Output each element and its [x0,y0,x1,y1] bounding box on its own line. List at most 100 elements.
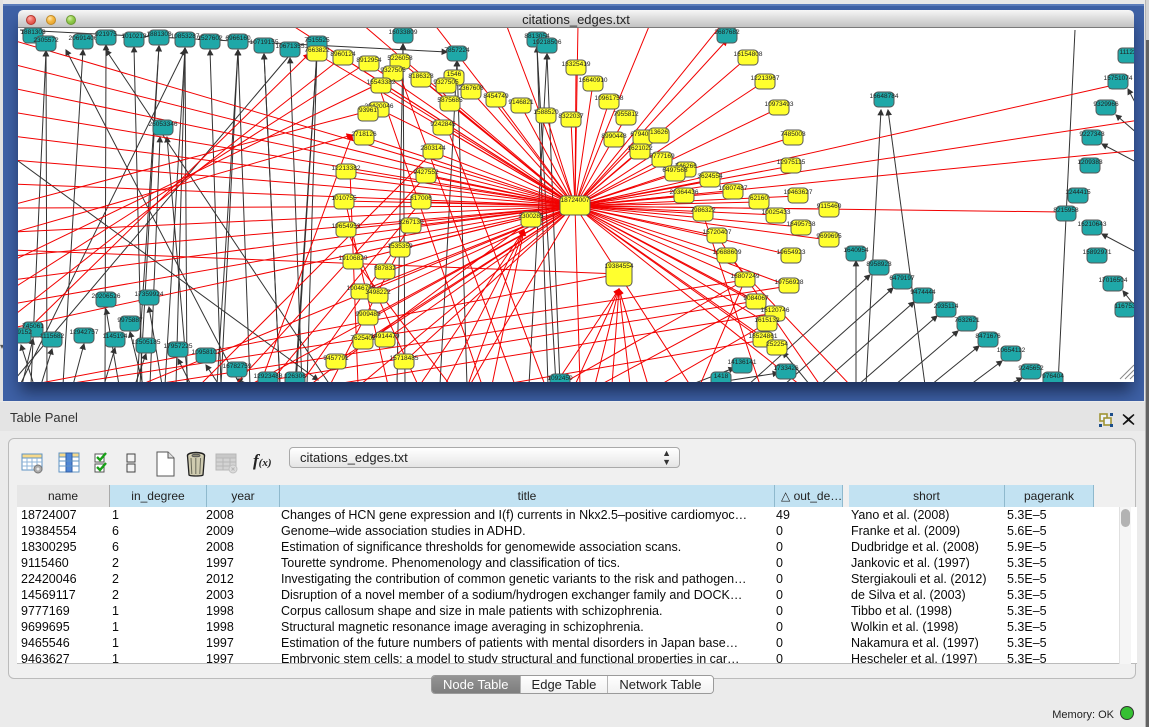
svg-text:15718485: 15718485 [390,355,419,362]
svg-text:18724007: 18724007 [561,197,590,204]
svg-text:1244415: 1244415 [1065,189,1091,196]
svg-text:12975115: 12975115 [777,159,806,166]
svg-text:1881303: 1881303 [146,31,172,38]
svg-text:10961758: 10961758 [595,95,624,102]
svg-text:8958923: 8958923 [866,261,892,268]
svg-text:10719155: 10719155 [250,39,279,46]
svg-text:1115682: 1115682 [40,333,65,340]
svg-text:9084067: 9084067 [743,295,769,302]
svg-text:18807249: 18807249 [731,273,760,280]
svg-text:20691406: 20691406 [69,35,98,42]
svg-text:7632621: 7632621 [954,317,980,324]
svg-text:9909483: 9909483 [355,311,381,318]
svg-text:10853287: 10853287 [171,33,200,40]
svg-text:252254: 252254 [766,341,788,348]
svg-text:939152: 939152 [18,329,32,336]
svg-text:8990448: 8990448 [601,133,627,140]
svg-text:3624554: 3624554 [697,173,723,180]
svg-text:1615132: 1615132 [754,317,780,324]
svg-text:9327505: 9327505 [433,79,459,86]
svg-text:6966160: 6966160 [225,35,251,42]
svg-text:10807487: 10807487 [719,185,748,192]
svg-text:2803144: 2803144 [420,145,446,152]
svg-text:9427552: 9427552 [413,169,439,176]
svg-text:921975: 921975 [95,31,117,38]
svg-text:9329966: 9329966 [1093,101,1119,108]
svg-text:2935114: 2935114 [934,303,959,310]
svg-text:19218506: 19218506 [533,39,562,46]
svg-text:1733426: 1733426 [773,365,799,372]
svg-text:12923488: 12923488 [254,373,283,380]
svg-text:10654112: 10654112 [997,347,1026,354]
svg-text:15892971: 15892971 [1083,249,1112,256]
svg-text:8454749: 8454749 [483,93,509,100]
svg-text:12213382: 12213382 [332,165,361,172]
svg-text:9146821: 9146821 [508,99,534,106]
svg-text:9699695: 9699695 [816,233,842,240]
svg-text:62160: 62160 [750,195,768,202]
svg-text:9777169: 9777169 [649,153,675,160]
svg-text:12505185: 12505185 [132,339,161,346]
svg-text:9457791: 9457791 [323,355,349,362]
svg-text:7485003: 7485003 [780,131,806,138]
svg-text:9227343: 9227343 [1079,131,1105,138]
svg-text:126306: 126306 [284,373,306,380]
svg-text:1546: 1546 [447,71,462,78]
svg-text:10958107: 10958107 [192,349,221,356]
svg-text:1010755: 1010755 [331,195,357,202]
svg-text:817006: 817006 [410,195,432,202]
svg-text:16210643: 16210643 [1078,221,1107,228]
svg-text:8322037: 8322037 [558,113,584,120]
svg-text:10688609: 10688609 [713,249,742,256]
svg-text:14914479: 14914479 [371,333,400,340]
svg-text:7986322: 7986322 [690,207,716,214]
svg-text:19654923: 19654923 [777,249,806,256]
svg-text:12213967: 12213967 [751,75,780,82]
svg-text:16782759: 16782759 [223,363,252,370]
svg-text:5875685: 5875685 [437,97,463,104]
svg-text:26053346: 26053346 [149,121,178,128]
svg-text:7955812: 7955812 [613,111,639,118]
svg-text:116753: 116753 [1114,303,1134,310]
svg-text:1010213: 1010213 [121,33,147,40]
svg-text:3498222: 3498222 [365,289,391,296]
svg-text:2718126: 2718126 [351,131,377,138]
svg-text:7515525: 7515525 [304,37,330,44]
svg-text:1588520: 1588520 [533,109,559,116]
svg-text:1209383: 1209383 [1077,159,1103,166]
svg-text:16033809: 16033809 [389,29,418,36]
svg-text:9327505: 9327505 [380,67,406,74]
svg-text:8960124: 8960124 [330,51,356,58]
svg-text:93961: 93961 [359,107,377,114]
svg-text:976404: 976404 [1042,373,1064,380]
svg-text:1145194: 1145194 [103,333,128,340]
svg-text:9115460: 9115460 [817,203,842,210]
svg-text:19756928: 19756928 [775,279,804,286]
svg-text:11123: 11123 [1119,49,1134,56]
svg-text:1621022: 1621022 [627,145,653,152]
svg-text:13626: 13626 [650,129,668,136]
svg-text:19106829: 19106829 [339,255,368,262]
svg-text:2687682: 2687682 [714,29,740,36]
svg-text:12942757: 12942757 [70,329,99,336]
svg-text:1527602: 1527602 [197,35,223,42]
svg-text:6479197: 6479197 [889,275,915,282]
svg-text:18495758: 18495758 [787,221,816,228]
svg-text:16154808: 16154808 [734,51,763,58]
svg-text:15751074: 15751074 [1104,75,1133,82]
svg-text:16648784: 16648784 [870,93,899,100]
svg-text:2367608: 2367608 [458,85,484,92]
svg-text:1640954: 1640954 [843,247,869,254]
svg-text:10025433: 10025433 [762,209,791,216]
svg-text:16543382: 16543382 [367,79,396,86]
svg-text:16640910: 16640910 [579,77,608,84]
svg-text:10671355: 10671355 [276,43,305,50]
svg-text:20364436: 20364436 [670,189,699,196]
svg-text:8215958: 8215958 [1053,207,1079,214]
svg-text:16120746: 16120746 [761,307,790,314]
svg-text:13325419: 13325419 [562,61,591,68]
svg-text:9474444: 9474444 [910,289,936,296]
svg-text:887832: 887832 [374,265,396,272]
svg-text:17957225: 17957225 [164,343,193,350]
svg-text:19463627: 19463627 [784,189,813,196]
